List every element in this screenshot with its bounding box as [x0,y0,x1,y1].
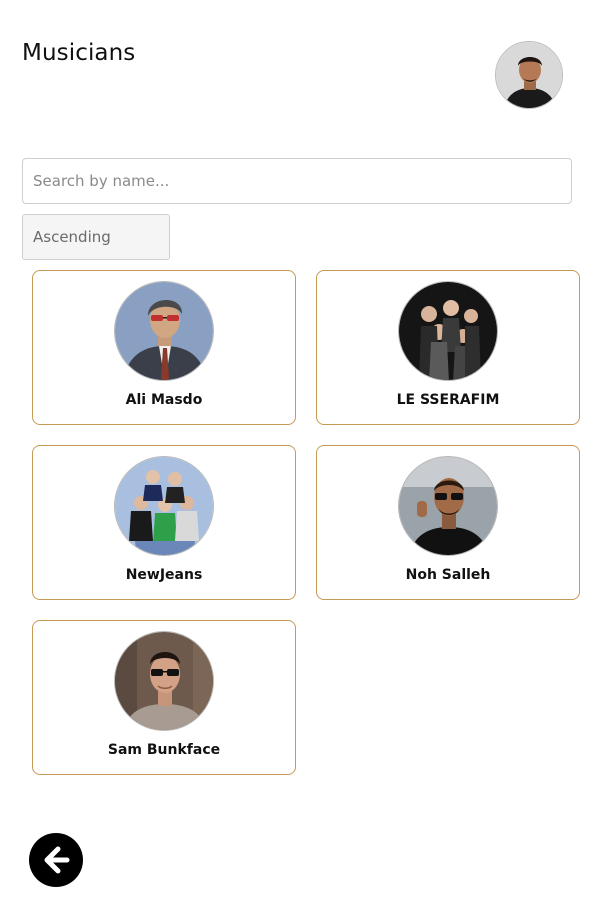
musician-avatar [114,456,214,556]
user-avatar-icon [496,42,562,108]
page-title: Musicians [22,40,136,66]
musician-avatar [114,631,214,731]
musician-card-ali-masdo[interactable]: Ali Masdo [32,270,296,425]
musician-avatar [114,281,214,381]
musician-card-newjeans[interactable]: NewJeans [32,445,296,600]
group-photo-icon [115,457,213,555]
musician-portrait-icon [399,457,497,555]
sort-order-select[interactable]: Ascending [22,214,170,260]
musicians-page: Musicians Ascending [0,0,613,919]
profile-avatar[interactable] [495,41,563,109]
musician-name: LE SSERAFIM [396,392,500,408]
group-photo-icon [399,282,497,380]
musician-name: Ali Masdo [125,392,203,408]
musician-avatar [398,281,498,381]
sort-order-value: Ascending [33,228,111,246]
search-input[interactable] [22,158,572,204]
musician-name: NewJeans [125,567,203,583]
musician-portrait-icon [115,632,213,730]
musician-card-le-sserafim[interactable]: LE SSERAFIM [316,270,580,425]
musician-portrait-icon [115,282,213,380]
back-button[interactable] [29,833,83,887]
musician-name: Sam Bunkface [107,742,221,758]
musician-card-noh-salleh[interactable]: Noh Salleh [316,445,580,600]
musician-grid: Ali Masdo LE SSERAFIM NewJeans Noh Salle… [32,270,580,775]
musician-name: Noh Salleh [405,567,491,583]
musician-avatar [398,456,498,556]
musician-card-sam-bunkface[interactable]: Sam Bunkface [32,620,296,775]
arrow-left-icon [44,846,70,874]
